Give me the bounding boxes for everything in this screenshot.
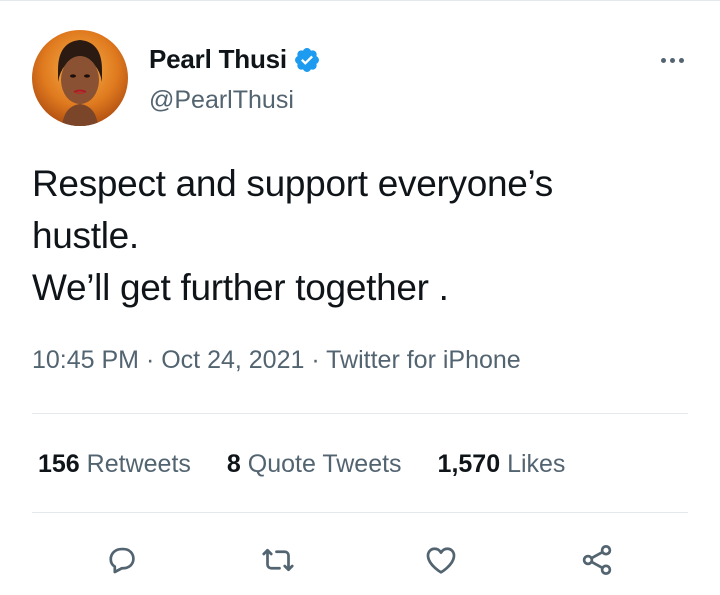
likes-stat[interactable]: 1,570 Likes [438, 450, 566, 479]
tweet-text-line: hustle. [32, 215, 139, 256]
like-button[interactable] [419, 538, 463, 582]
tweet-time[interactable]: 10:45 PM [32, 346, 139, 374]
quotes-label: Quote Tweets [247, 450, 402, 478]
more-options-icon [660, 57, 666, 63]
more-options-icon-dot [669, 57, 675, 63]
tweet-actions [0, 538, 720, 588]
retweets-label: Retweets [86, 450, 191, 478]
reply-icon [109, 547, 135, 574]
tweet-text: Respect and support everyone’s hustle. W… [32, 158, 692, 314]
tweet-date[interactable]: Oct 24, 2021 [161, 346, 304, 374]
meta-separator: · [304, 346, 327, 374]
likes-count: 1,570 [437, 450, 501, 478]
author-name-row: Pearl Thusi [149, 44, 321, 75]
share-icon [582, 545, 612, 575]
divider [32, 413, 688, 414]
author-handle[interactable]: @PearlThusi [149, 86, 294, 115]
verified-badge-icon [295, 47, 319, 72]
author-name[interactable]: Pearl Thusi [149, 44, 287, 75]
quote-tweets-stat[interactable]: 8 Quote Tweets [227, 450, 402, 479]
divider [32, 512, 688, 513]
retweet-icon [262, 548, 294, 572]
heart-icon [426, 547, 456, 574]
more-options-button[interactable] [652, 50, 692, 70]
retweet-button[interactable] [256, 538, 300, 582]
meta-separator: · [139, 346, 162, 374]
quotes-count: 8 [226, 450, 241, 478]
tweet-source[interactable]: Twitter for iPhone [326, 346, 521, 374]
tweet-stats: 156 Retweets 8 Quote Tweets 1,570 Likes [38, 450, 601, 479]
avatar-image [32, 30, 128, 126]
tweet-text-line: Respect and support everyone’s [32, 163, 553, 204]
tweet-text-line: We’ll get further together . [32, 267, 449, 308]
retweets-stat[interactable]: 156 Retweets [38, 450, 191, 479]
more-options-icon-dot [678, 57, 684, 63]
reply-button[interactable] [100, 538, 144, 582]
tweet-meta: 10:45 PM · Oct 24, 2021 · Twitter for iP… [32, 346, 521, 375]
tweet-header: Pearl Thusi @PearlThusi [32, 30, 692, 130]
share-button[interactable] [575, 538, 619, 582]
retweets-count: 156 [38, 450, 80, 478]
avatar[interactable] [32, 30, 128, 126]
top-border [0, 0, 720, 1]
likes-label: Likes [507, 450, 566, 478]
